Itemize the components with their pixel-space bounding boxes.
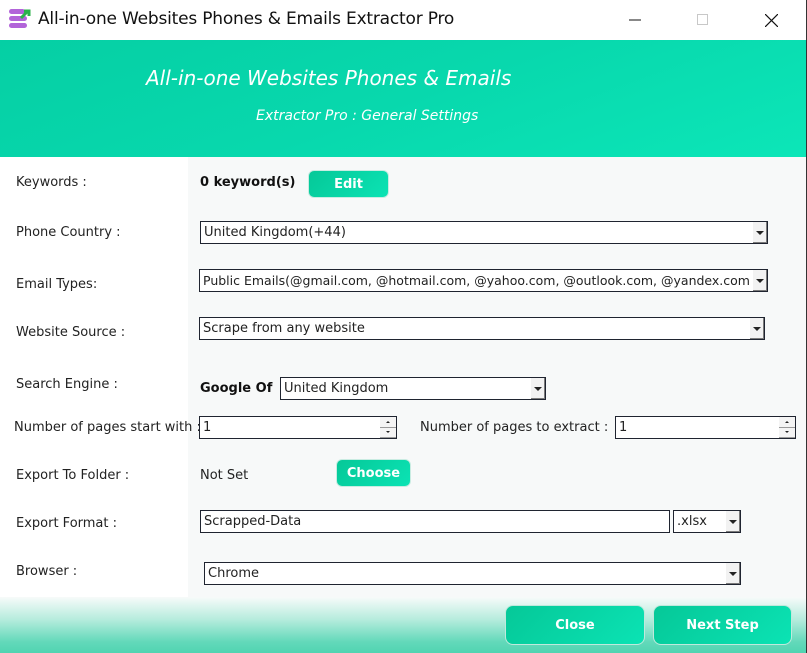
search-engine-country-select[interactable]: United Kingdom	[280, 377, 546, 400]
dropdown-arrow-icon[interactable]	[749, 318, 764, 339]
search-engine-prefix: Google Of	[200, 381, 273, 396]
pages-extract-label: Number of pages to extract :	[420, 420, 609, 435]
choose-folder-button[interactable]: Choose	[336, 459, 411, 487]
email-types-label: Email Types:	[16, 277, 98, 292]
pages-extract-value: 1	[619, 420, 628, 435]
close-button-label: Close	[555, 617, 595, 633]
window-title: All-in-one Websites Phones & Emails Extr…	[38, 9, 455, 29]
pages-extract-spinner[interactable]: 1	[615, 416, 796, 439]
dropdown-arrow-icon[interactable]	[725, 511, 740, 532]
next-step-button-label: Next Step	[686, 617, 759, 633]
search-engine-country-value: United Kingdom	[284, 381, 389, 396]
minimize-icon	[629, 19, 641, 21]
search-engine-label: Search Engine :	[16, 377, 118, 392]
dropdown-arrow-icon[interactable]	[725, 563, 740, 584]
edit-button-label: Edit	[334, 176, 363, 192]
close-button[interactable]: Close	[505, 605, 645, 645]
next-step-button[interactable]: Next Step	[653, 605, 792, 645]
email-types-select[interactable]: Public Emails(@gmail.com, @hotmail.com, …	[199, 269, 768, 292]
website-source-label: Website Source :	[16, 325, 126, 340]
maximize-button[interactable]	[680, 0, 726, 40]
phone-country-label: Phone Country :	[16, 225, 121, 240]
phone-country-value: United Kingdom(+44)	[204, 225, 346, 240]
pages-start-label: Number of pages start with :	[14, 420, 201, 435]
dropdown-arrow-icon[interactable]	[752, 222, 767, 243]
minimize-button[interactable]	[612, 0, 658, 40]
title-bar: All-in-one Websites Phones & Emails Extr…	[0, 0, 807, 40]
browser-value: Chrome	[208, 566, 259, 581]
export-extension-value: .xlsx	[677, 514, 707, 529]
banner-title: All-in-one Websites Phones & Emails	[146, 66, 512, 90]
dropdown-arrow-icon[interactable]	[752, 270, 767, 291]
website-source-value: Scrape from any website	[203, 321, 365, 336]
pages-start-value: 1	[203, 420, 212, 435]
spin-up-icon[interactable]	[779, 417, 795, 428]
keywords-count: 0 keyword(s)	[200, 175, 296, 190]
export-filename-input[interactable]: Scrapped-Data	[200, 510, 670, 533]
choose-button-label: Choose	[346, 465, 401, 481]
export-format-label: Export Format :	[16, 516, 118, 531]
maximize-icon	[697, 14, 708, 25]
edit-keywords-button[interactable]: Edit	[308, 170, 389, 198]
app-logo-icon	[9, 9, 31, 28]
spin-down-icon[interactable]	[380, 427, 396, 438]
close-icon	[764, 13, 778, 27]
browser-label: Browser :	[16, 564, 78, 579]
website-source-select[interactable]: Scrape from any website	[199, 317, 765, 340]
keywords-label: Keywords :	[16, 175, 87, 190]
export-filename-value: Scrapped-Data	[204, 514, 302, 529]
browser-select[interactable]: Chrome	[204, 562, 741, 585]
email-types-value: Public Emails(@gmail.com, @hotmail.com, …	[203, 273, 750, 288]
banner-subtitle: Extractor Pro : General Settings	[256, 108, 479, 124]
export-folder-label: Export To Folder :	[16, 468, 130, 483]
phone-country-select[interactable]: United Kingdom(+44)	[200, 221, 768, 244]
header-banner: All-in-one Websites Phones & Emails Extr…	[0, 40, 806, 157]
export-extension-select[interactable]: .xlsx	[673, 510, 741, 533]
spin-up-icon[interactable]	[380, 417, 396, 428]
dropdown-arrow-icon[interactable]	[530, 378, 545, 399]
pages-start-spinner[interactable]: 1	[199, 416, 397, 439]
close-window-button[interactable]	[748, 0, 794, 40]
spin-down-icon[interactable]	[779, 427, 795, 438]
export-folder-value: Not Set	[200, 468, 249, 483]
